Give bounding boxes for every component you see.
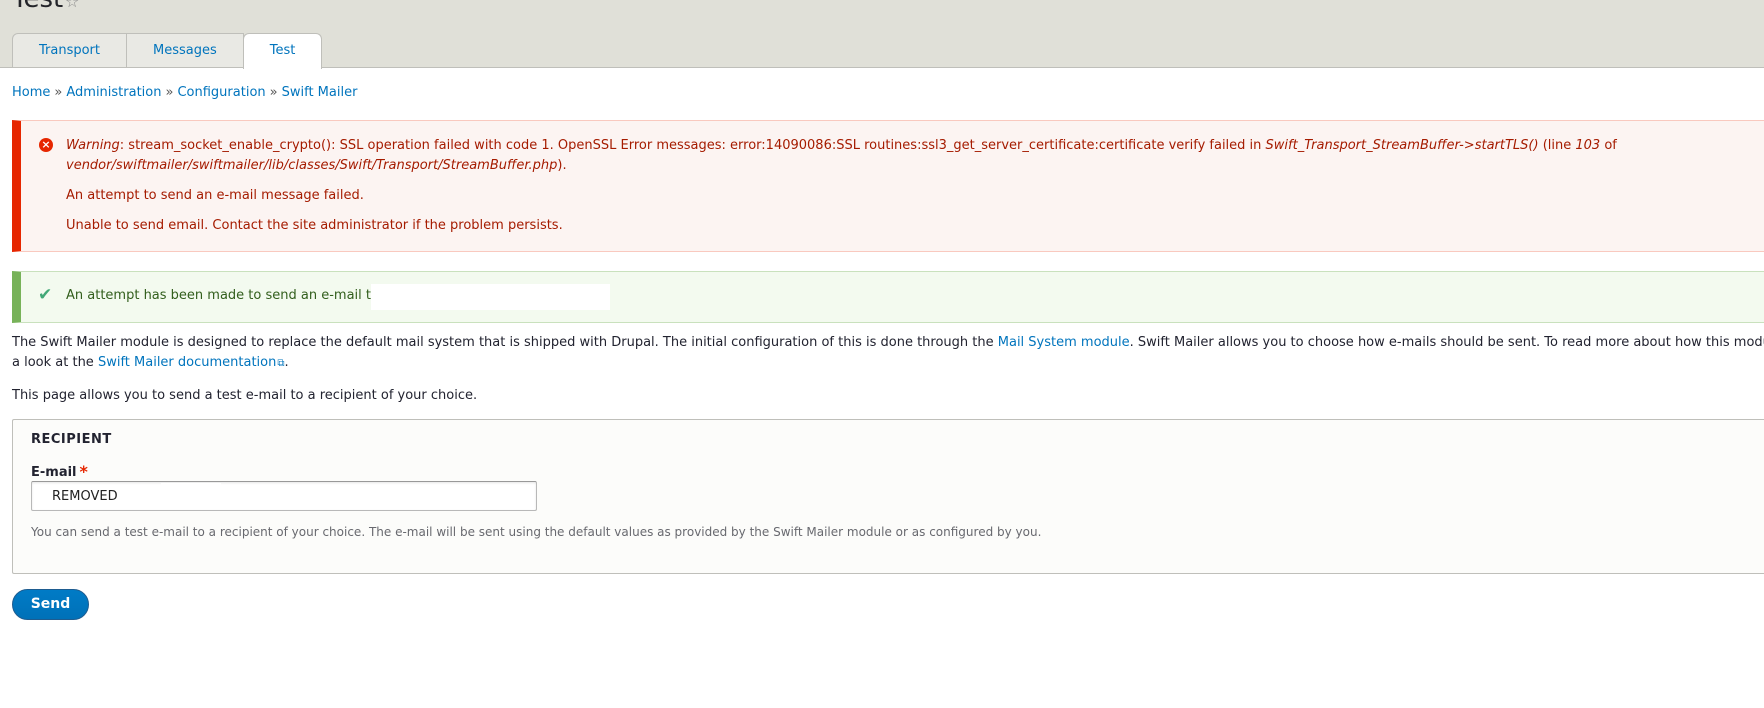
tab-messages[interactable]: Messages — [126, 33, 244, 67]
error-send-failed: An attempt to send an e-mail message fai… — [66, 188, 364, 203]
error-message: × Warning: stream_socket_enable_crypto()… — [12, 120, 1764, 252]
error-warning-line1: Warning: stream_socket_enable_crypto(): … — [66, 137, 1617, 155]
intro-paragraph: The Swift Mailer module is designed to r… — [12, 333, 1764, 374]
error-icon: × — [39, 138, 53, 152]
error-warning-line2: vendor/swiftmailer/swiftmailer/lib/class… — [66, 157, 567, 175]
primary-tabs: Transport Messages Test — [12, 33, 323, 69]
warning-of: of — [1600, 138, 1617, 153]
breadcrumb-swift-mailer[interactable]: Swift Mailer — [282, 85, 358, 100]
intro-text-a: The Swift Mailer module is designed to r… — [12, 335, 998, 350]
error-unable-to-send: Unable to send email. Contact the site a… — [66, 218, 563, 233]
intro-text-d: . — [284, 355, 289, 370]
email-field[interactable] — [31, 481, 537, 511]
status-message: ✔ An attempt has been made to send an e-… — [12, 271, 1764, 323]
checkmark-icon: ✔ — [38, 285, 53, 305]
tab-test[interactable]: Test — [242, 33, 323, 69]
required-marker: * — [79, 462, 88, 481]
external-link-icon: ⧉ — [277, 358, 285, 369]
swift-mailer-documentation-link[interactable]: Swift Mailer documentation — [98, 355, 276, 370]
warning-text: : stream_socket_enable_crypto(): SSL ope… — [119, 138, 1266, 153]
warning-file: vendor/swiftmailer/swiftmailer/lib/class… — [66, 158, 558, 173]
warning-label: Warning — [66, 138, 120, 153]
tab-transport[interactable]: Transport — [12, 33, 128, 67]
redacted-input-area — [161, 483, 221, 509]
breadcrumb-administration[interactable]: Administration — [66, 85, 161, 100]
mail-system-module-link[interactable]: Mail System module — [998, 335, 1130, 350]
star-icon[interactable]: ☆ — [65, 0, 79, 10]
recipient-fieldset: RECIPIENT E-mail* You can send a test e-… — [12, 419, 1764, 574]
warning-function: Swift_Transport_StreamBuffer->startTLS() — [1265, 138, 1539, 153]
intro-text-b: . Swift Mailer allows you to choose how … — [1129, 335, 1764, 350]
test-page-description: This page allows you to send a test e-ma… — [12, 388, 478, 403]
email-label: E-mail * — [31, 461, 88, 481]
breadcrumb-configuration[interactable]: Configuration — [177, 85, 265, 100]
breadcrumb-separator: » — [269, 85, 278, 100]
breadcrumb: Home» Administration» Configuration» Swift … — [12, 85, 357, 100]
page-title: Test — [12, 0, 63, 12]
intro-text-c: a look at the — [12, 355, 98, 370]
send-button[interactable]: Send — [12, 589, 89, 620]
redacted-email — [371, 284, 610, 310]
email-label-text: E-mail — [31, 465, 77, 480]
fieldset-legend: RECIPIENT — [31, 432, 112, 447]
status-text: An attempt has been made to send an e-ma… — [66, 288, 379, 303]
email-description: You can send a test e-mail to a recipien… — [31, 525, 1042, 539]
breadcrumb-home[interactable]: Home — [12, 85, 50, 100]
breadcrumb-separator: » — [54, 85, 63, 100]
breadcrumb-separator: » — [165, 85, 174, 100]
page-header: Test ☆ Transport Messages Test — [0, 0, 1764, 69]
warning-end: ). — [557, 158, 567, 173]
warning-line-prefix: (line — [1538, 138, 1576, 153]
warning-line-number: 103 — [1575, 138, 1601, 153]
